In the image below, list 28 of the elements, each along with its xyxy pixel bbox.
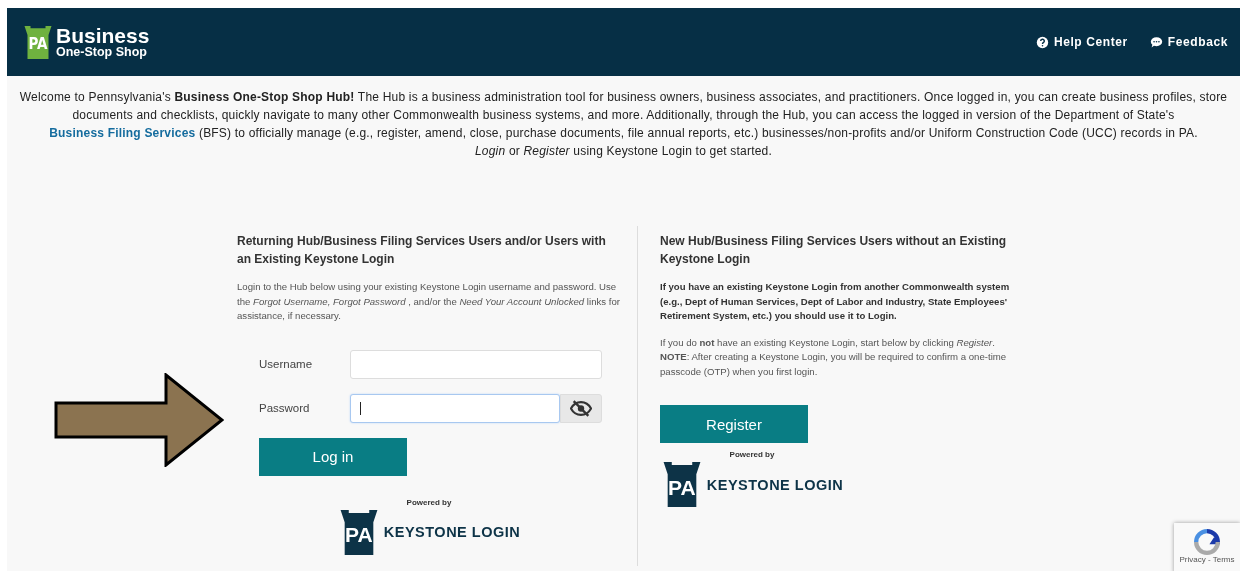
password-field[interactable] [350,393,560,423]
feedback-link[interactable]: Feedback [1149,35,1228,49]
logo-subtitle: One-Stop Shop [56,46,148,59]
logo-badge: PA [23,25,53,59]
logo-title: Business [56,25,150,47]
brand-name: KEYSTONE LOGIN [706,476,844,493]
eye-slash-icon [570,399,592,417]
login-instructions: Login to the Hub below using your existing Keystone Login username and password. Use the Forgot Username, Forgot Password , and/or the Need Your Account Unlocked links for assistance, if necessary. [237,280,621,323]
intro-paragraph: Welcome to Pennsylvania's Business One-Stop Shop Hub! The Hub is a business administration tool for business owners, business associates, and practitioners. Once logged in, you can create business profiles, store documents and checklists, quickly navigate to many other Commonwealth business systems, and more. Additionally, through the Hub, you can access the logged in version of the Department of State's Business Filing Services (BFS) to officially manage (e.g., register, amend, close, purchase documents, file annual reports, etc.) businesses/non-profits and/or Uniform Construction Code (UCC) records in PA. Login or Register using Keystone Login to get started. [18,89,1229,160]
register-instructions: If you do not have an existing Keystone Login, start below by clicking Register. NOTE: After creating a Keystone Login, you will be required to confirm a one-time passcode (OTP) when you first login. [660,335,1008,379]
field-label: Username [259,358,314,370]
username-field[interactable] [350,349,602,379]
recaptcha-icon [1194,529,1220,555]
field-label: Password [259,402,311,414]
keystone-note: If you have an existing Keystone Login from another Commonwealth system (e.g., Dept of Human Services, Dept of Labor and Industry, State Employees' Retirement System, etc.) you should use it to Login. [660,280,1010,323]
help-center-link[interactable]: Help Center [1035,35,1128,49]
show-password-button[interactable] [560,393,602,423]
privacy-terms-text: Privacy - Terms [1179,555,1235,564]
business-filing-services-link[interactable]: Business Filing Services [49,126,196,140]
section-heading: New Hub/Business Filing Services Users without an Existing Keystone Login [660,233,1008,268]
powered-by-text: Powered by [406,497,452,507]
powered-by-text: Powered by [729,450,775,459]
register-button[interactable]: Register [660,405,808,443]
speech-bubble-icon [1149,35,1163,49]
login-button[interactable]: Log in [259,437,407,476]
help-icon [1035,35,1049,49]
section-heading: Returning Hub/Business Filing Services Users and/or Users with an Existing Keystone Login [237,233,607,268]
brand-name: KEYSTONE LOGIN [383,524,521,540]
